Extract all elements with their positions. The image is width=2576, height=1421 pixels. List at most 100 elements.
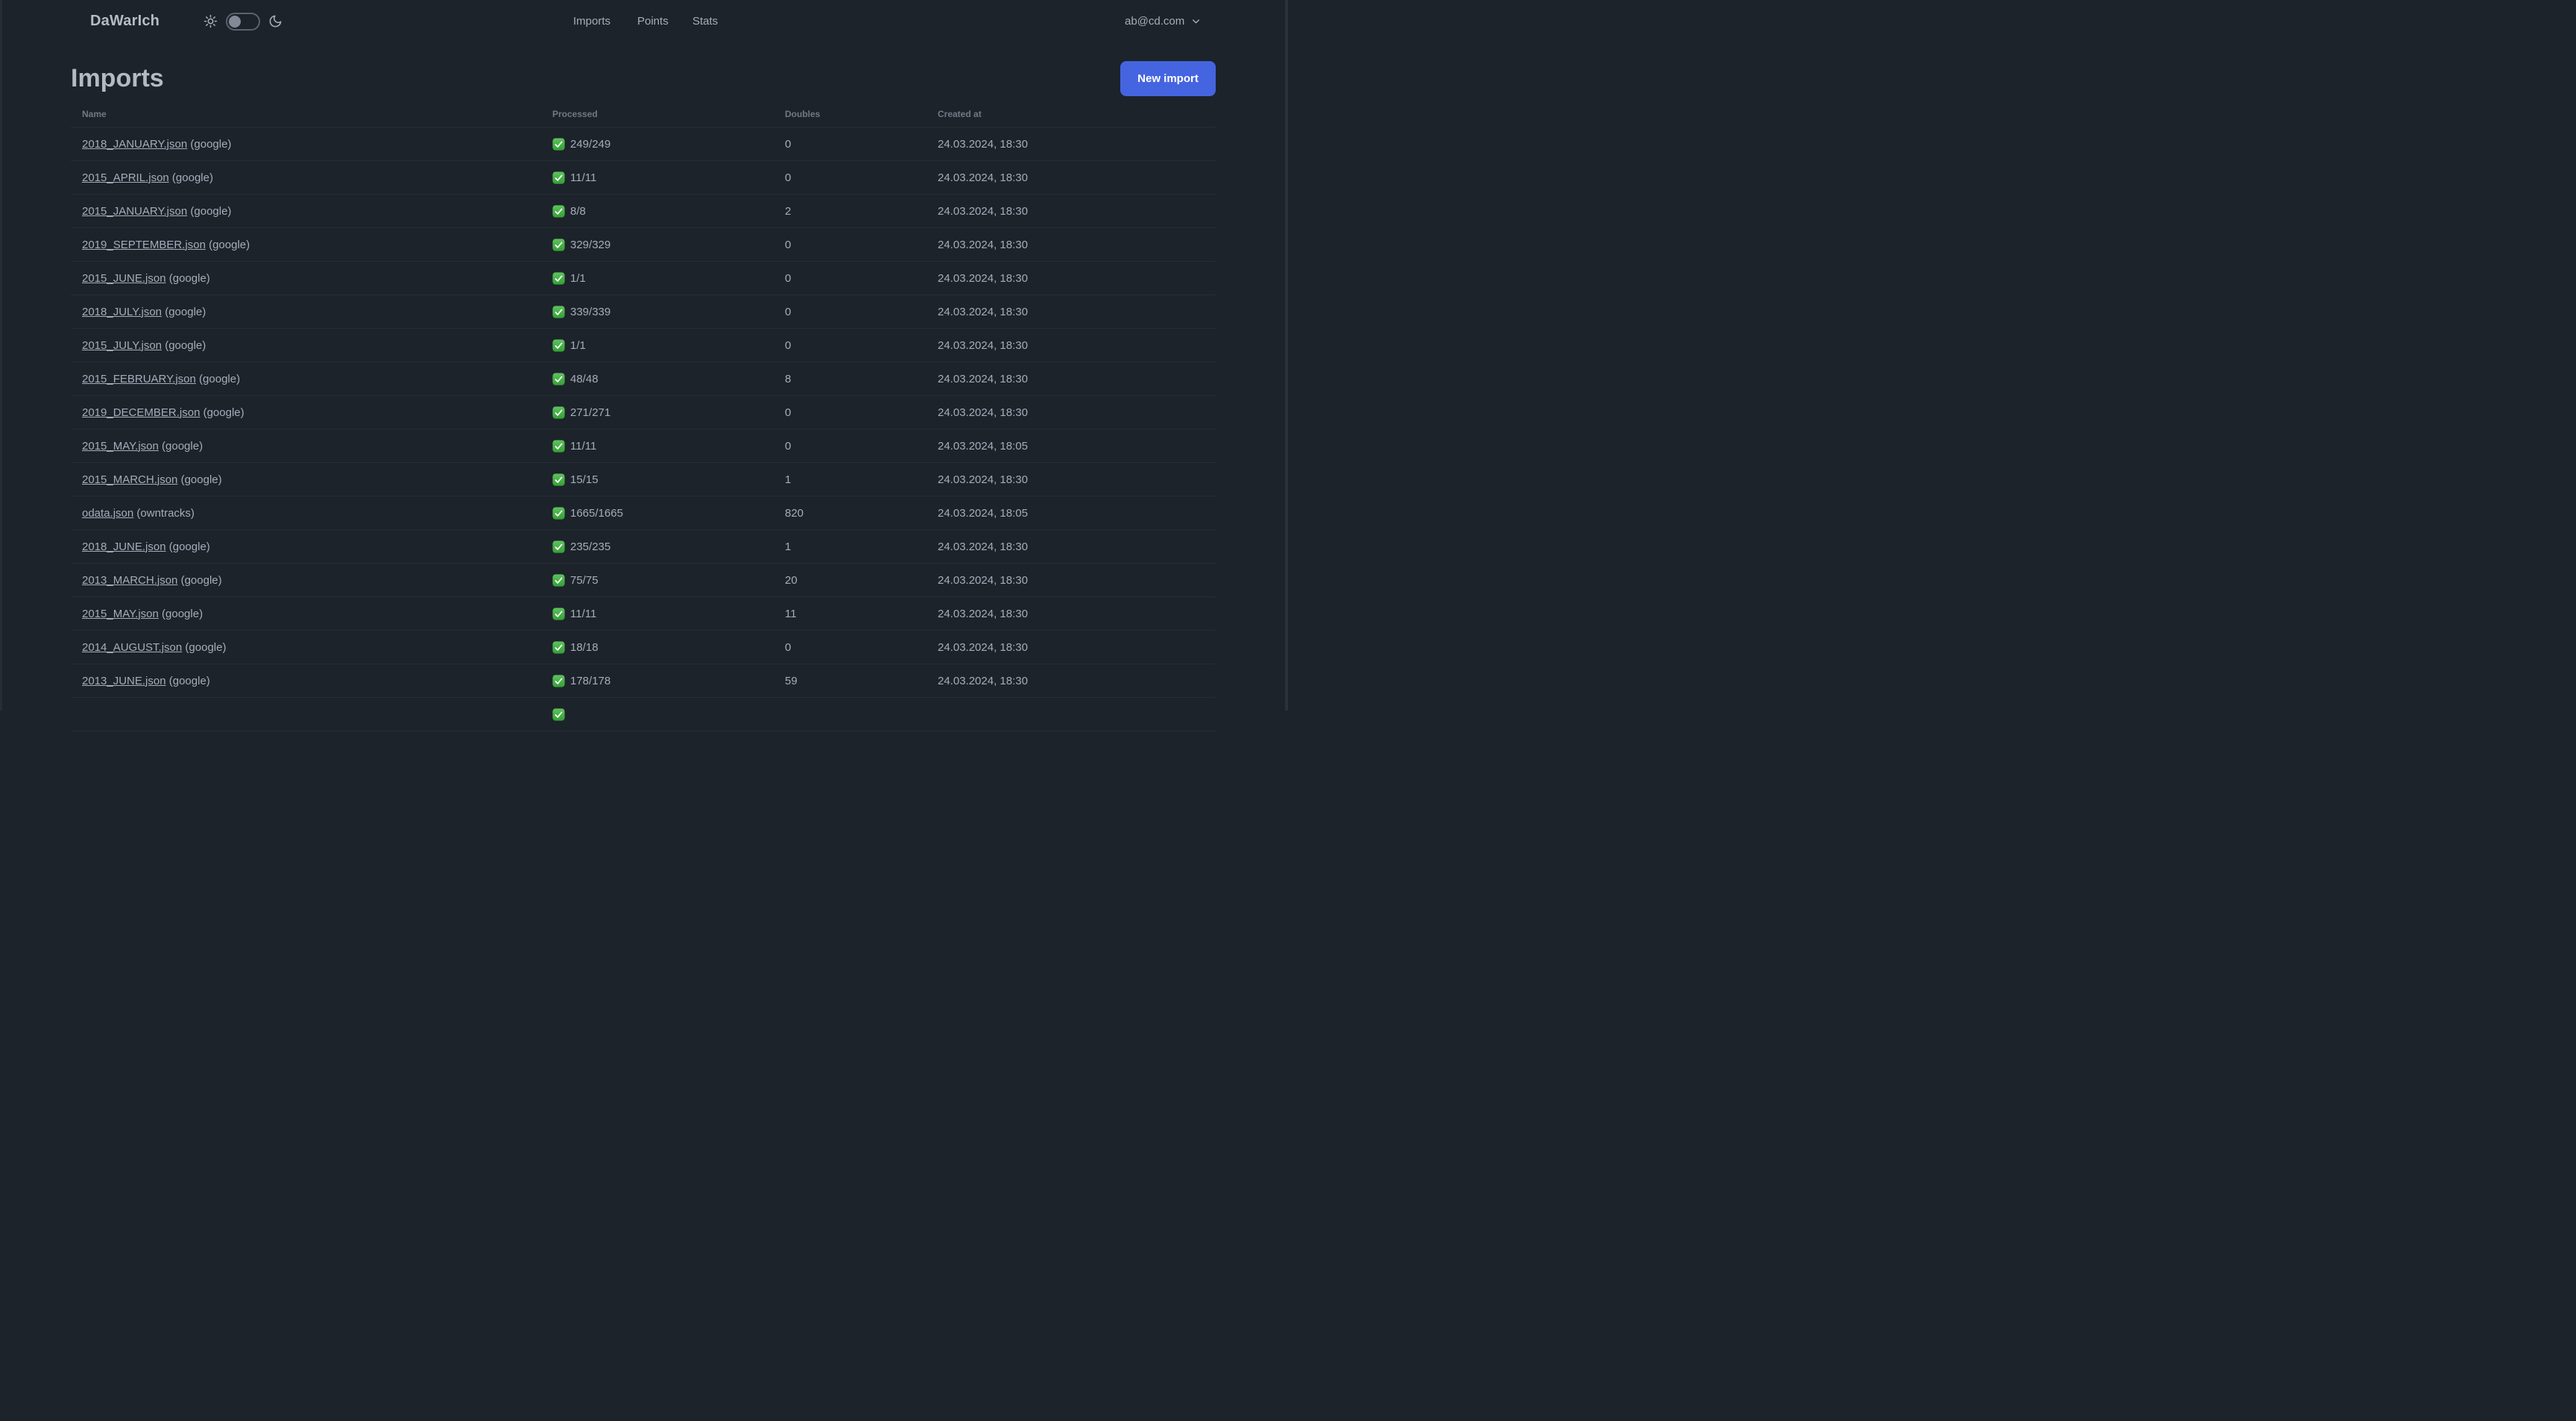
check-mark-icon <box>552 406 565 419</box>
nav-item-points[interactable]: Points <box>637 0 669 42</box>
top-navbar: DaWarIch Imports Points Stats ab@cd.com <box>0 0 1288 42</box>
processed-cell: 329/329 <box>552 239 785 251</box>
import-file-link[interactable]: 2015_MAY.json <box>82 608 159 620</box>
import-source-label: (google) <box>187 137 232 151</box>
import-file-link[interactable]: 2015_JUNE.json <box>82 272 166 285</box>
check-mark-icon <box>552 540 565 553</box>
import-source-label: (google) <box>177 573 222 587</box>
import-file-link[interactable]: 2015_JANUARY.json <box>82 205 187 218</box>
name-cell: 2015_MAY.json (google) <box>71 608 552 620</box>
processed-count: 329/329 <box>570 238 611 251</box>
doubles-count: 0 <box>785 171 792 184</box>
table-row: 2015_JULY.json (google) 1/1 0 24.03.2024… <box>71 329 1216 362</box>
import-source-label: (google) <box>205 238 250 251</box>
table-row: 2019_DECEMBER.json (google) 271/271 0 24… <box>71 396 1216 429</box>
import-file-link[interactable]: 2014_AUGUST.json <box>82 641 182 654</box>
import-source-label: (google) <box>200 406 244 419</box>
check-mark-icon <box>552 171 565 184</box>
created-at-value: 24.03.2024, 18:05 <box>938 439 1028 453</box>
import-file-link[interactable]: 2015_APRIL.json <box>82 171 169 184</box>
check-mark-icon <box>552 137 565 151</box>
processed-count: 18/18 <box>570 640 599 654</box>
nav-item-stats[interactable]: Stats <box>692 0 718 42</box>
check-mark-icon <box>552 238 565 251</box>
doubles-count: 8 <box>785 372 792 385</box>
table-row: 2019_SEPTEMBER.json (google) 329/329 0 2… <box>71 228 1216 262</box>
import-file-link[interactable]: 2019_SEPTEMBER.json <box>82 239 206 251</box>
nav-item-imports[interactable]: Imports <box>573 0 610 42</box>
processed-cell: 1/1 <box>552 339 785 352</box>
processed-count: 11/11 <box>570 171 597 184</box>
created-at-value: 24.03.2024, 18:30 <box>938 238 1028 251</box>
table-row-partial <box>71 698 1216 731</box>
doubles-count: 20 <box>785 573 798 587</box>
created-at-value: 24.03.2024, 18:30 <box>938 540 1028 553</box>
main-nav: Imports Points Stats <box>0 0 1288 42</box>
processed-count: 249/249 <box>570 137 611 151</box>
doubles-count: 0 <box>785 238 792 251</box>
doubles-count: 0 <box>785 137 792 151</box>
imports-table: Name Processed Doubles Created at 2018_J… <box>71 101 1216 731</box>
name-cell: 2013_JUNE.json (google) <box>71 675 552 687</box>
name-cell: 2015_JUNE.json (google) <box>71 272 552 285</box>
doubles-count: 0 <box>785 406 792 419</box>
created-at-value: 24.03.2024, 18:30 <box>938 640 1028 654</box>
table-row: 2018_JUNE.json (google) 235/235 1 24.03.… <box>71 530 1216 564</box>
new-import-button[interactable]: New import <box>1120 61 1216 96</box>
name-cell: 2015_MAY.json (google) <box>71 440 552 453</box>
import-file-link[interactable]: 2019_DECEMBER.json <box>82 406 200 419</box>
created-at-value: 24.03.2024, 18:30 <box>938 271 1028 285</box>
processed-count: 75/75 <box>570 573 599 587</box>
import-source-label: (google) <box>168 171 213 184</box>
scrollbar-track[interactable] <box>1285 0 1288 710</box>
processed-count: 11/11 <box>570 607 597 620</box>
window-left-edge <box>0 0 2 710</box>
column-header-doubles: Doubles <box>785 108 821 119</box>
doubles-count: 1 <box>785 540 792 553</box>
doubles-count: 820 <box>785 506 804 520</box>
created-at-value: 24.03.2024, 18:30 <box>938 338 1028 352</box>
import-file-link[interactable]: 2015_MAY.json <box>82 440 159 453</box>
table-row: 2018_JANUARY.json (google) 249/249 0 24.… <box>71 127 1216 161</box>
import-source-label: (google) <box>177 473 222 486</box>
column-header-created-at: Created at <box>938 108 982 119</box>
processed-cell: 249/249 <box>552 138 785 151</box>
doubles-count: 0 <box>785 640 792 654</box>
processed-count: 235/235 <box>570 540 611 553</box>
import-file-link[interactable]: 2015_MARCH.json <box>82 473 177 486</box>
import-file-link[interactable]: 2018_JANUARY.json <box>82 138 187 151</box>
import-source-label: (google) <box>162 305 206 318</box>
import-file-link[interactable]: 2018_JULY.json <box>82 306 162 318</box>
name-cell: 2019_DECEMBER.json (google) <box>71 406 552 419</box>
import-file-link[interactable]: odata.json <box>82 507 133 520</box>
table-row: odata.json (owntracks) 1665/1665 820 24.… <box>71 497 1216 530</box>
check-mark-icon <box>552 305 565 318</box>
name-cell: 2019_SEPTEMBER.json (google) <box>71 239 552 251</box>
table-row: 2015_JUNE.json (google) 1/1 0 24.03.2024… <box>71 262 1216 295</box>
processed-count: 48/48 <box>570 372 599 385</box>
processed-cell: 339/339 <box>552 306 785 318</box>
check-mark-icon <box>552 506 565 520</box>
column-header-processed: Processed <box>552 108 598 119</box>
processed-cell: 8/8 <box>552 205 785 218</box>
processed-count: 8/8 <box>570 204 586 218</box>
created-at-value: 24.03.2024, 18:30 <box>938 372 1028 385</box>
check-mark-icon <box>552 674 565 687</box>
name-cell: 2015_JULY.json (google) <box>71 339 552 352</box>
import-source-label: (google) <box>158 439 203 453</box>
import-file-link[interactable]: 2015_FEBRUARY.json <box>82 373 196 385</box>
table-row: 2015_APRIL.json (google) 11/11 0 24.03.2… <box>71 161 1216 195</box>
processed-count: 1/1 <box>570 338 586 352</box>
import-source-label: (google) <box>195 372 241 385</box>
import-file-link[interactable]: 2015_JULY.json <box>82 339 162 352</box>
import-file-link[interactable]: 2018_JUNE.json <box>82 541 166 553</box>
user-menu[interactable]: ab@cd.com <box>1125 0 1201 42</box>
import-file-link[interactable]: 2013_JUNE.json <box>82 675 166 687</box>
import-file-link[interactable]: 2013_MARCH.json <box>82 574 177 587</box>
processed-count: 178/178 <box>570 674 611 687</box>
name-cell: odata.json (owntracks) <box>71 507 552 520</box>
name-cell: 2018_JUNE.json (google) <box>71 541 552 553</box>
doubles-count: 0 <box>785 271 792 285</box>
import-source-label: (google) <box>165 271 210 285</box>
check-mark-icon <box>552 640 565 654</box>
